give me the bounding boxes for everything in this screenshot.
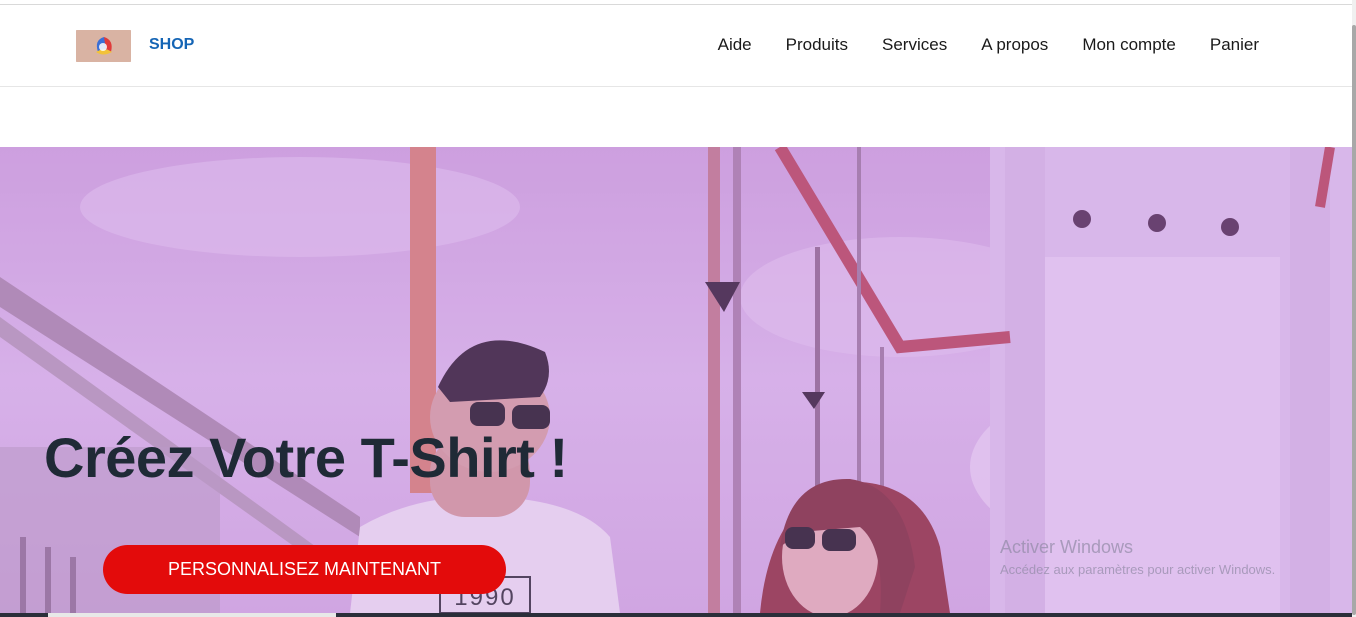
nav-item-aide[interactable]: Aide	[718, 35, 752, 55]
browser-top-line	[0, 0, 1352, 5]
hero-title: Créez Votre T-Shirt !	[44, 426, 568, 489]
nav-item-mon-compte[interactable]: Mon compte	[1082, 35, 1176, 55]
main-nav: Aide Produits Services A propos Mon comp…	[684, 35, 1259, 55]
brand-name[interactable]: SHOP	[149, 36, 194, 54]
nav-item-panier[interactable]: Panier	[1210, 35, 1259, 55]
windows-activation-watermark: Activer Windows Accédez aux paramètres p…	[1000, 537, 1275, 577]
watermark-title: Activer Windows	[1000, 537, 1134, 557]
nav-item-produits[interactable]: Produits	[786, 35, 848, 55]
nav-item-services[interactable]: Services	[882, 35, 947, 55]
scrollbar-thumb[interactable]	[1352, 25, 1356, 615]
vertical-scrollbar[interactable]	[1352, 0, 1356, 617]
shop-logo-icon[interactable]	[76, 30, 131, 62]
hero-banner: 1990 Créez Votre T-Shirt ! PERSONNALISEZ…	[0, 147, 1352, 613]
navbar: SHOP Aide Produits Services A propos Mon…	[0, 6, 1352, 87]
nav-item-a-propos[interactable]: A propos	[981, 35, 1048, 55]
bottom-bar	[0, 613, 1352, 617]
watermark-subtitle: Accédez aux paramètres pour activer Wind…	[1000, 562, 1276, 577]
personalize-now-button[interactable]: PERSONNALISEZ MAINTENANT	[103, 545, 506, 594]
bottom-bar-segment	[48, 613, 336, 617]
